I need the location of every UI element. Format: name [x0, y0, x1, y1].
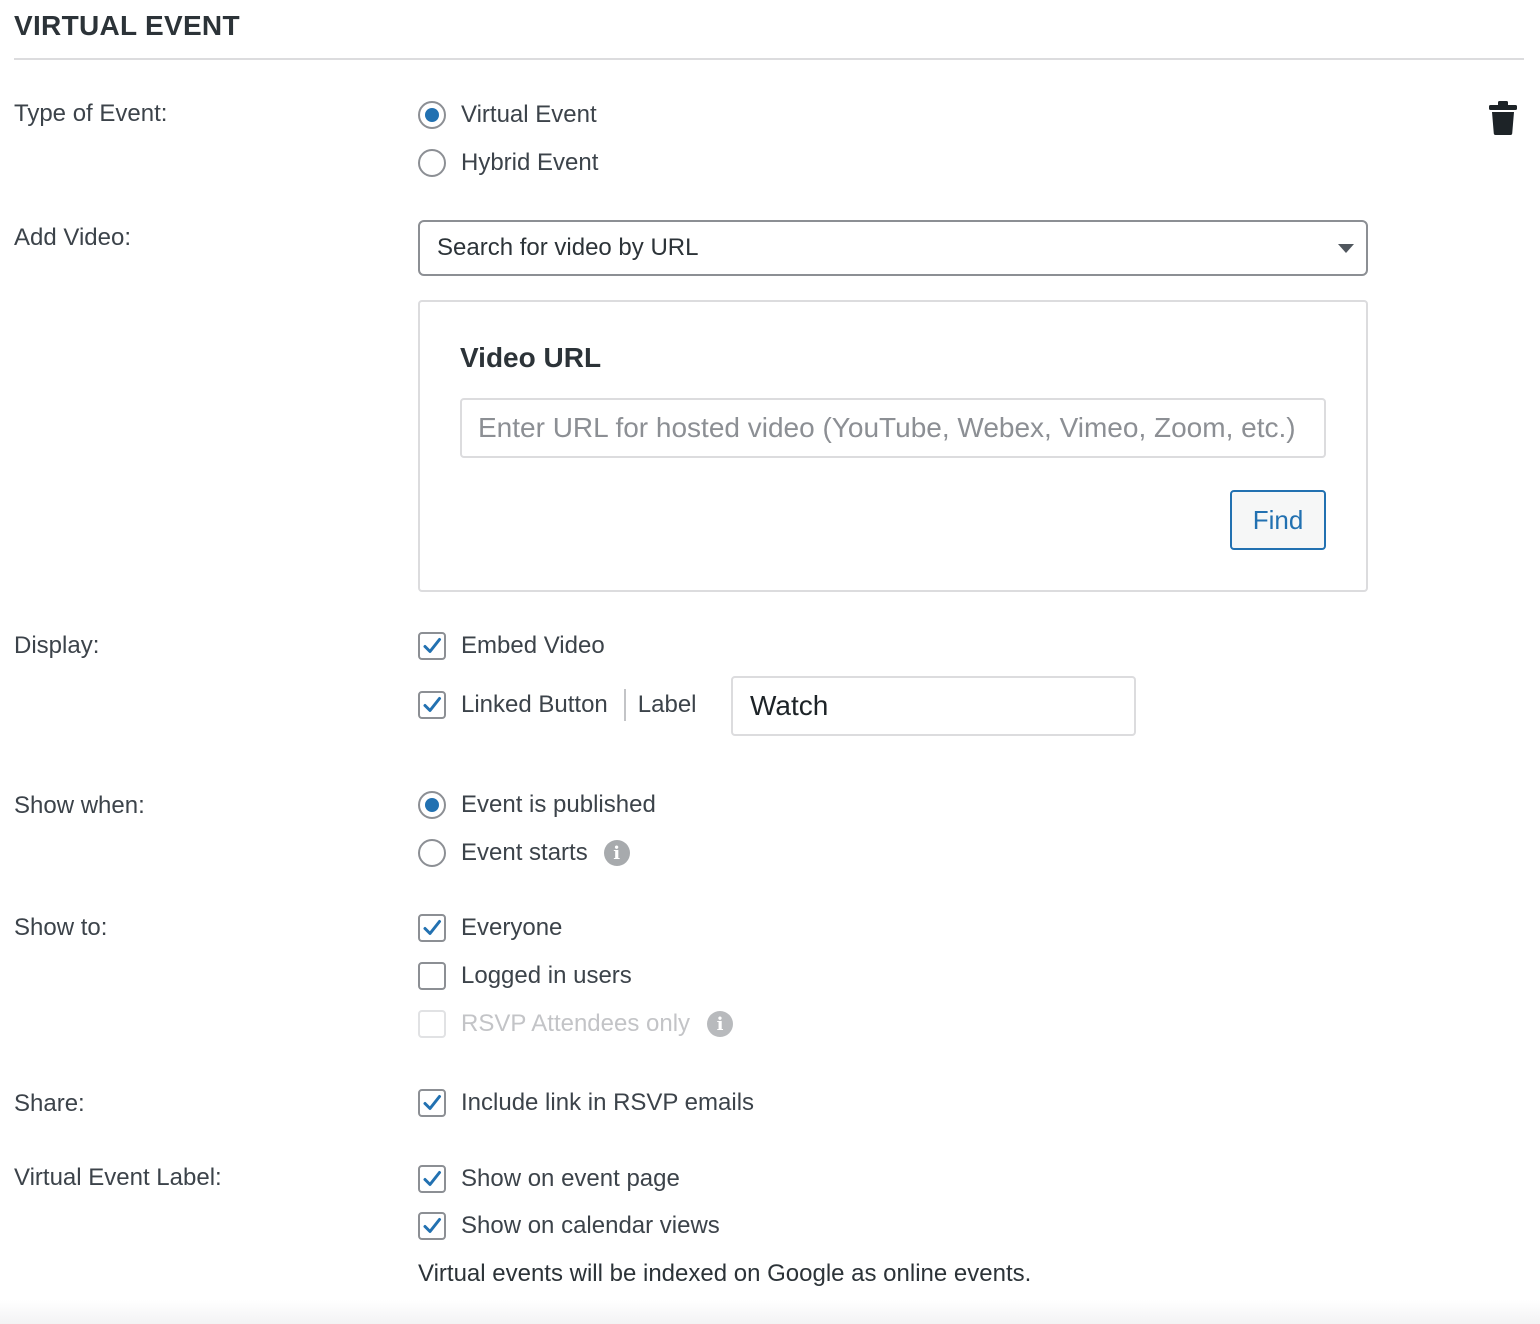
- show-on-calendar-views-option[interactable]: Show on calendar views: [418, 1209, 720, 1243]
- logged-in-users-option-label: Logged in users: [461, 962, 632, 989]
- video-url-heading: Video URL: [460, 342, 602, 373]
- everyone-option[interactable]: Everyone: [418, 911, 562, 945]
- info-icon[interactable]: i: [603, 840, 630, 866]
- virtual-event-radio[interactable]: [418, 101, 446, 129]
- event-published-option-label: Event is published: [461, 791, 656, 818]
- section-title: VIRTUAL EVENT: [14, 10, 240, 41]
- everyone-checkbox[interactable]: [418, 914, 446, 942]
- include-link-option[interactable]: Include link in RSVP emails: [418, 1086, 754, 1120]
- linked-button-option-label: Linked Button: [461, 691, 608, 718]
- display-label: Display:: [14, 632, 100, 659]
- linked-button-option[interactable]: Linked Button Label: [418, 688, 697, 722]
- show-to-label: Show to:: [14, 914, 108, 941]
- show-on-event-page-option[interactable]: Show on event page: [418, 1162, 680, 1196]
- checkmark-icon: [423, 1218, 441, 1233]
- find-button[interactable]: Find: [1230, 490, 1326, 550]
- indexing-note: Virtual events will be indexed on Google…: [418, 1260, 1032, 1287]
- checkmark-icon: [423, 638, 441, 653]
- show-on-calendar-views-checkbox[interactable]: [418, 1212, 446, 1240]
- event-published-radio[interactable]: [418, 791, 446, 819]
- event-published-option[interactable]: Event is published: [418, 788, 656, 822]
- type-of-event-label: Type of Event:: [14, 100, 168, 127]
- hybrid-event-radio[interactable]: [418, 149, 446, 177]
- trash-icon[interactable]: [1486, 100, 1520, 136]
- checkmark-icon: [423, 1171, 441, 1186]
- linked-button-checkbox[interactable]: [418, 691, 446, 719]
- option-divider: [623, 689, 626, 721]
- checkmark-icon: [423, 697, 441, 712]
- event-starts-option[interactable]: Event starts i: [418, 836, 630, 870]
- include-link-option-label: Include link in RSVP emails: [461, 1089, 755, 1116]
- bottom-edge: [0, 1300, 1540, 1324]
- everyone-option-label: Everyone: [461, 914, 563, 941]
- add-video-label: Add Video:: [14, 224, 131, 251]
- chevron-down-icon: [1338, 244, 1354, 253]
- video-source-select[interactable]: Search for video by URL: [418, 220, 1368, 276]
- virtual-event-option-label: Virtual Event: [461, 101, 597, 128]
- logged-in-users-checkbox[interactable]: [418, 962, 446, 990]
- logged-in-users-option[interactable]: Logged in users: [418, 959, 632, 993]
- embed-video-checkbox[interactable]: [418, 632, 446, 660]
- checkmark-icon: [423, 920, 441, 935]
- show-on-calendar-views-option-label: Show on calendar views: [461, 1212, 720, 1239]
- share-label: Share:: [14, 1090, 85, 1117]
- rsvp-attendees-option-label: RSVP Attendees only: [461, 1010, 691, 1037]
- button-label-field-label: Label: [637, 691, 697, 718]
- hybrid-event-option-label: Hybrid Event: [461, 149, 599, 176]
- hybrid-event-option[interactable]: Hybrid Event: [418, 146, 598, 180]
- include-link-checkbox[interactable]: [418, 1089, 446, 1117]
- event-starts-radio[interactable]: [418, 839, 446, 867]
- video-url-input[interactable]: [460, 398, 1326, 458]
- video-source-select-value: Search for video by URL: [437, 234, 699, 261]
- rsvp-attendees-checkbox: [418, 1010, 446, 1038]
- event-starts-option-label: Event starts: [461, 839, 588, 866]
- virtual-event-label-label: Virtual Event Label:: [14, 1164, 222, 1191]
- embed-video-option-label: Embed Video: [461, 632, 605, 659]
- rsvp-attendees-option: RSVP Attendees only i: [418, 1007, 734, 1041]
- show-when-label: Show when:: [14, 792, 145, 819]
- embed-video-option[interactable]: Embed Video: [418, 629, 605, 663]
- button-label-input[interactable]: [731, 676, 1136, 736]
- virtual-event-option[interactable]: Virtual Event: [418, 98, 597, 132]
- show-on-event-page-option-label: Show on event page: [461, 1165, 680, 1192]
- show-on-event-page-checkbox[interactable]: [418, 1165, 446, 1193]
- info-icon[interactable]: i: [707, 1011, 734, 1037]
- checkmark-icon: [423, 1095, 441, 1110]
- section-divider: [14, 58, 1524, 60]
